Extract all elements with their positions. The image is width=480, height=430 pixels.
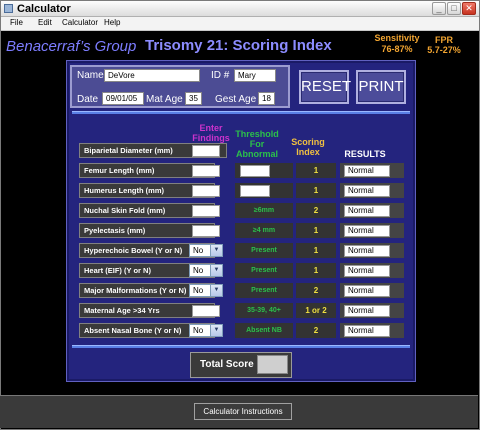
pyelectasis-input[interactable] xyxy=(192,225,220,237)
threshold-pyelectasis: ≥4 mm xyxy=(235,223,293,238)
window-title: Calculator xyxy=(17,3,71,15)
page-title: Trisomy 21: Scoring Index xyxy=(145,37,332,54)
score-humerus: 1 xyxy=(296,183,336,198)
total-score-label: Total Score xyxy=(200,359,254,370)
threshold-heart-eif: Present xyxy=(235,263,293,278)
menu-calculator[interactable]: Calculator xyxy=(62,18,98,27)
femur-input[interactable] xyxy=(192,165,220,177)
chevron-down-icon: ▼ xyxy=(210,245,222,256)
date-label: Date xyxy=(77,94,99,105)
threshold-nuchal: ≥6mm xyxy=(235,203,293,218)
findings-column-header: Enter Findings xyxy=(192,123,230,143)
score-pyelectasis: 1 xyxy=(296,223,336,238)
name-label: Name xyxy=(77,70,104,81)
sensitivity-value: 76-87% xyxy=(381,44,413,54)
result-nuchal: Normal xyxy=(344,205,390,217)
chevron-down-icon: ▼ xyxy=(210,285,222,296)
app-icon xyxy=(4,4,13,13)
score-maternal-age: 1 or 2 xyxy=(296,303,336,318)
score-femur: 1 xyxy=(296,163,336,178)
humerus-input[interactable] xyxy=(192,185,220,197)
score-hyperechoic-bowel: 1 xyxy=(296,243,336,258)
menu-edit[interactable]: Edit xyxy=(38,18,52,27)
select-value: No xyxy=(193,266,204,275)
menu-help[interactable]: Help xyxy=(104,18,120,27)
results-column-header: RESULTS xyxy=(344,149,386,159)
score-major-malformations: 2 xyxy=(296,283,336,298)
close-button[interactable]: ✕ xyxy=(462,2,476,15)
biparietal-input[interactable] xyxy=(192,145,220,157)
reset-button[interactable]: RESET xyxy=(299,70,351,104)
result-heart-eif: Normal xyxy=(344,265,390,277)
sensitivity-label: Sensitivity xyxy=(374,33,420,43)
score-heart-eif: 1 xyxy=(296,263,336,278)
hyperechoic-bowel-select[interactable]: No ▼ xyxy=(189,244,223,257)
menu-bar: File Edit Calculator Help xyxy=(1,17,479,31)
score-nuchal: 2 xyxy=(296,203,336,218)
score-absent-nasal-bone: 2 xyxy=(296,323,336,338)
group-name: Benacerraf’s Group xyxy=(6,38,137,55)
mat-age-label: Mat Age xyxy=(146,94,183,105)
select-value: No xyxy=(193,246,204,255)
maximize-button[interactable]: □ xyxy=(447,2,461,15)
gest-age-label: Gest Age xyxy=(215,94,257,105)
gest-age-field[interactable]: 18 xyxy=(258,92,275,105)
result-hyperechoic-bowel: Normal xyxy=(344,245,390,257)
bottom-separator xyxy=(72,345,410,348)
humerus-threshold-field xyxy=(240,185,270,197)
result-absent-nasal-bone: Normal xyxy=(344,325,390,337)
result-pyelectasis: Normal xyxy=(344,225,390,237)
result-humerus: Normal xyxy=(344,185,390,197)
threshold-column-header: Threshold For Abnormal xyxy=(235,129,279,159)
print-button[interactable]: PRINT xyxy=(356,70,406,104)
maternal-age-input[interactable] xyxy=(192,305,220,317)
femur-threshold-field xyxy=(240,165,270,177)
threshold-absent-nasal-bone: Absent NB xyxy=(235,323,293,338)
absent-nasal-bone-select[interactable]: No ▼ xyxy=(189,324,223,337)
top-separator xyxy=(72,111,410,114)
minimize-button[interactable]: _ xyxy=(432,2,446,15)
id-label: ID # xyxy=(211,70,230,81)
menu-file[interactable]: File xyxy=(10,18,23,27)
fpr-label: FPR xyxy=(435,35,453,45)
result-femur: Normal xyxy=(344,165,390,177)
threshold-hyperechoic-bowel: Present xyxy=(235,243,293,258)
major-malformations-select[interactable]: No ▼ xyxy=(189,284,223,297)
heart-eif-select[interactable]: No ▼ xyxy=(189,264,223,277)
threshold-maternal-age: 35-39, 40+ xyxy=(235,303,293,318)
name-field[interactable]: DeVore xyxy=(104,69,200,82)
chevron-down-icon: ▼ xyxy=(210,265,222,276)
result-major-malformations: Normal xyxy=(344,285,390,297)
id-field[interactable]: Mary xyxy=(234,69,276,82)
chevron-down-icon: ▼ xyxy=(210,325,222,336)
score-column-header: Scoring Index xyxy=(291,137,325,157)
threshold-major-malformations: Present xyxy=(235,283,293,298)
mat-age-field[interactable]: 35 xyxy=(185,92,202,105)
result-maternal-age: Normal xyxy=(344,305,390,317)
select-value: No xyxy=(193,326,204,335)
fpr-value: 5.7-27% xyxy=(427,45,461,55)
nuchal-input[interactable] xyxy=(192,205,220,217)
calculator-instructions-button[interactable]: Calculator Instructions xyxy=(194,403,292,420)
select-value: No xyxy=(193,286,204,295)
total-score-value xyxy=(257,355,288,374)
title-bar: Calculator _ □ ✕ xyxy=(1,1,479,17)
date-field[interactable]: 09/01/05 xyxy=(102,92,144,105)
